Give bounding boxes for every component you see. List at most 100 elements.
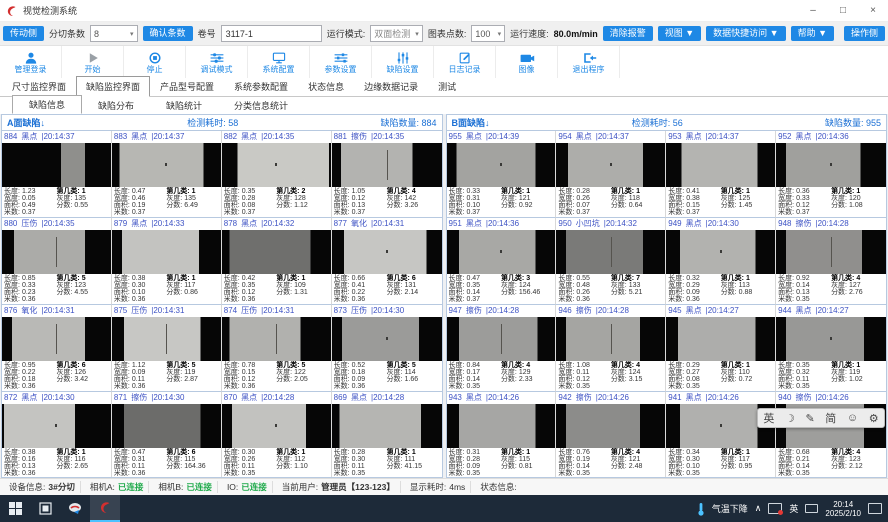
- defect-image[interactable]: [222, 317, 331, 361]
- defect-image[interactable]: [2, 143, 111, 187]
- defect-cell[interactable]: 869 黑点 |20:14:28 长度:0.28 宽度:0.30 面积:0.11…: [332, 392, 442, 477]
- defect-cell[interactable]: 877 氧化 |20:14:31 长度:0.66 宽度:0.41 面积:0.22…: [332, 218, 442, 305]
- defect-image[interactable]: [556, 404, 665, 448]
- defect-cell[interactable]: 951 黑点 |20:14:36 长度:0.47 宽度:0.35 面积:0.14…: [447, 218, 557, 305]
- defect-image[interactable]: [2, 230, 111, 274]
- defect-image[interactable]: [447, 317, 556, 361]
- defect-image[interactable]: [112, 230, 221, 274]
- data-quick-access-menu-button[interactable]: 数据快捷访问 ▼: [706, 26, 785, 41]
- defect-image[interactable]: [556, 143, 665, 187]
- stop-button[interactable]: 停止: [124, 46, 186, 78]
- defect-image[interactable]: [447, 143, 556, 187]
- defect-cell[interactable]: 873 压伤 |20:14:30 长度:0.52 宽度:0.18 面积:0.09…: [332, 305, 442, 392]
- defect-cell[interactable]: 883 黑点 |20:14:37 长度:0.47 宽度:0.46 面积:0.19…: [112, 131, 222, 218]
- taskbar-ime-app-icon[interactable]: [60, 495, 90, 522]
- task-view-button[interactable]: [30, 495, 60, 522]
- confirm-count-button[interactable]: 确认条数: [143, 26, 193, 41]
- defect-image[interactable]: [776, 317, 886, 361]
- defect-image[interactable]: [222, 404, 331, 448]
- run-mode-select[interactable]: 双面检测▾: [370, 25, 423, 42]
- ime-lang-indicator[interactable]: 英: [789, 502, 798, 515]
- defect-cell[interactable]: 944 黑点 |20:14:27 长度:0.35 宽度:0.32 面积:0.11…: [776, 305, 886, 392]
- chart-points-select[interactable]: 100▾: [471, 25, 505, 42]
- defect-cell[interactable]: 874 压伤 |20:14:31 长度:0.78 宽度:0.15 面积:0.12…: [222, 305, 332, 392]
- tab-size-monitor[interactable]: 尺寸监控界面: [2, 76, 76, 96]
- defect-cell[interactable]: 947 擦伤 |20:14:28 长度:0.84 宽度:0.17 面积:0.14…: [447, 305, 557, 392]
- defect-image[interactable]: [666, 230, 775, 274]
- defect-cell[interactable]: 946 擦伤 |20:14:28 长度:1.08 宽度:0.11 面积:0.12…: [556, 305, 666, 392]
- start-button[interactable]: [0, 495, 30, 522]
- defect-cell[interactable]: 949 黑点 |20:14:30 长度:0.32 宽度:0.29 面积:0.09…: [666, 218, 776, 305]
- defect-cell[interactable]: 880 压伤 |20:14:35 长度:0.85 宽度:0.33 面积:0.23…: [2, 218, 112, 305]
- defect-cell[interactable]: 950 小凹坑 |20:14:32 长度:0.55 宽度:0.48 面积:0.2…: [556, 218, 666, 305]
- admin-login-button[interactable]: 管理登录: [0, 46, 62, 78]
- subtab-class-info-statistics[interactable]: 分类信息统计: [218, 97, 304, 114]
- maximize-button[interactable]: □: [828, 0, 858, 22]
- exit-program-button[interactable]: 退出程序: [558, 46, 620, 78]
- view-menu-button[interactable]: 视图 ▼: [658, 26, 701, 41]
- tab-test[interactable]: 测试: [428, 76, 466, 96]
- defect-image[interactable]: [447, 230, 556, 274]
- defect-cell[interactable]: 942 擦伤 |20:14:26 长度:0.76 宽度:0.19 面积:0.14…: [556, 392, 666, 477]
- defect-image[interactable]: [112, 404, 221, 448]
- defect-image[interactable]: [2, 404, 111, 448]
- defect-cell[interactable]: 870 黑点 |20:14:28 长度:0.30 宽度:0.26 面积:0.11…: [222, 392, 332, 477]
- defect-image[interactable]: [776, 143, 886, 187]
- slit-count-select[interactable]: 8▾: [90, 25, 138, 42]
- defect-image[interactable]: [556, 230, 665, 274]
- defect-image[interactable]: [332, 143, 442, 187]
- notification-center-icon[interactable]: [868, 503, 882, 514]
- defect-cell[interactable]: 953 黑点 |20:14:37 长度:0.41 宽度:0.38 面积:0.15…: [666, 131, 776, 218]
- taskbar-vision-app-icon[interactable]: [90, 495, 120, 522]
- defect-image[interactable]: [2, 317, 111, 361]
- debug-mode-button[interactable]: 调试模式: [186, 46, 248, 78]
- defect-image[interactable]: [112, 143, 221, 187]
- defect-image[interactable]: [222, 230, 331, 274]
- defect-cell[interactable]: 876 氧化 |20:14:31 长度:0.95 宽度:0.22 面积:0.18…: [2, 305, 112, 392]
- defect-image[interactable]: [332, 317, 442, 361]
- defect-cell[interactable]: 940 擦伤 |20:14:26 长度:0.68 宽度:0.21 面积:0.14…: [776, 392, 886, 477]
- defect-cell[interactable]: 884 黑点 |20:14:37 长度:1.23 宽度:0.05 面积:0.49…: [2, 131, 112, 218]
- gear-icon[interactable]: ⚙: [869, 412, 879, 425]
- defect-image[interactable]: [556, 317, 665, 361]
- defect-cell[interactable]: 955 黑点 |20:14:39 长度:0.33 宽度:0.31 面积:0.10…: [447, 131, 557, 218]
- moon-icon[interactable]: ☽: [785, 412, 795, 425]
- defect-cell[interactable]: 954 黑点 |20:14:37 长度:0.28 宽度:0.26 面积:0.07…: [556, 131, 666, 218]
- minimize-button[interactable]: –: [798, 0, 828, 22]
- close-button[interactable]: ×: [858, 0, 888, 22]
- roll-number-input[interactable]: 3117-1: [221, 25, 322, 42]
- defect-image[interactable]: [332, 230, 442, 274]
- clear-alarm-button[interactable]: 清除报警: [603, 26, 653, 41]
- param-settings-button[interactable]: 参数设置: [310, 46, 372, 78]
- keyboard-icon[interactable]: [805, 504, 818, 513]
- defect-cell[interactable]: 871 擦伤 |20:14:30 长度:0.47 宽度:0.31 面积:0.11…: [112, 392, 222, 477]
- tab-edge-data-record[interactable]: 边缘数据记录: [354, 76, 428, 96]
- defect-image[interactable]: [666, 317, 775, 361]
- subtab-defect-info[interactable]: 缺陷信息: [12, 95, 82, 114]
- network-tray-icon[interactable]: [768, 503, 782, 514]
- defect-cell[interactable]: 952 黑点 |20:14:36 长度:0.36 宽度:0.33 面积:0.12…: [776, 131, 886, 218]
- defect-cell[interactable]: 943 黑点 |20:14:26 长度:0.31 宽度:0.28 面积:0.09…: [447, 392, 557, 477]
- defect-image[interactable]: [447, 404, 556, 448]
- pen-icon[interactable]: ✎: [805, 412, 814, 425]
- system-config-button[interactable]: 系统配置: [248, 46, 310, 78]
- defect-cell[interactable]: 945 黑点 |20:14:27 长度:0.29 宽度:0.27 面积:0.08…: [666, 305, 776, 392]
- operation-side-button[interactable]: 操作侧: [844, 26, 885, 41]
- ime-simplified[interactable]: 简: [825, 410, 836, 426]
- defect-image[interactable]: [776, 230, 886, 274]
- chevron-up-icon[interactable]: ∧: [755, 503, 762, 514]
- subtab-defect-distribution[interactable]: 缺陷分布: [82, 97, 150, 114]
- defect-cell[interactable]: 878 黑点 |20:14:32 长度:0.42 宽度:0.35 面积:0.12…: [222, 218, 332, 305]
- defect-image[interactable]: [222, 143, 331, 187]
- weather-text[interactable]: 气温下降: [712, 502, 748, 515]
- defect-cell[interactable]: 879 黑点 |20:14:33 长度:0.38 宽度:0.30 面积:0.10…: [112, 218, 222, 305]
- transmission-side-button[interactable]: 传动侧: [3, 26, 44, 41]
- start-button[interactable]: 开始: [62, 46, 124, 78]
- tab-defect-monitor[interactable]: 缺陷监控界面: [76, 76, 150, 97]
- tab-product-model-config[interactable]: 产品型号配置: [150, 76, 224, 96]
- clock[interactable]: 20:14 2025/2/10: [825, 500, 861, 518]
- defect-image[interactable]: [332, 404, 442, 448]
- image-button[interactable]: 图像: [496, 46, 558, 78]
- defect-cell[interactable]: 881 擦伤 |20:14:35 长度:1.05 宽度:0.12 面积:0.13…: [332, 131, 442, 218]
- defect-cell[interactable]: 875 压伤 |20:14:31 长度:1.12 宽度:0.09 面积:0.11…: [112, 305, 222, 392]
